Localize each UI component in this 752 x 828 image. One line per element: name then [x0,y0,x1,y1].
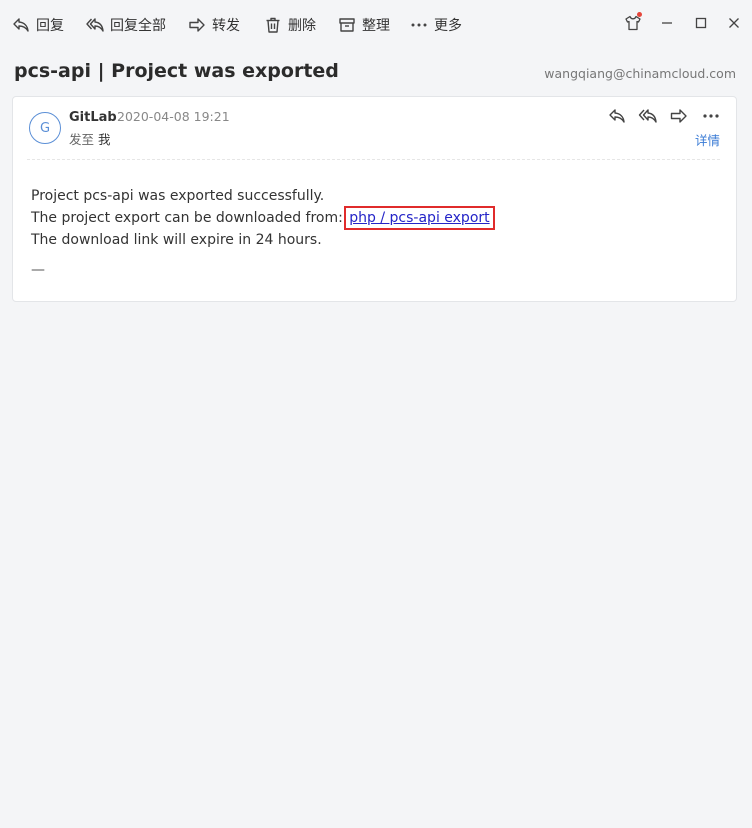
reply-all-button[interactable]: 回复全部 [86,14,166,36]
recipient-value[interactable]: 我 [98,132,111,147]
account-address: wangqiang@chinamcloud.com [544,66,736,81]
more-dots-icon [411,23,427,27]
header-divider [27,159,720,160]
forward-icon [670,109,687,123]
card-more-button[interactable] [701,106,721,126]
organize-button[interactable]: 整理 [338,14,390,36]
body-line-2-text: The project export can be downloaded fro… [31,210,343,226]
close-icon [729,18,739,28]
email-date: 2020-04-08 19:21 [117,109,230,124]
email-card: G GitLab 2020-04-08 19:21 发至我 详情 Project… [12,96,737,302]
notification-dot [637,12,642,17]
sender-avatar[interactable]: G [29,112,61,144]
delete-label: 删除 [288,18,316,34]
recipient-label: 发至 [69,132,95,147]
body-line-2: The project export can be downloaded fro… [31,206,495,230]
forward-label: 转发 [212,18,240,34]
archive-icon [339,18,355,32]
forward-button[interactable]: 转发 [188,14,240,36]
reply-icon [13,18,29,32]
body-line-3: The download link will expire in 24 hour… [31,232,322,248]
more-button[interactable]: 更多 [410,14,462,36]
close-button[interactable] [725,14,743,32]
minimize-icon [662,22,672,24]
more-label: 更多 [434,18,462,34]
reply-all-icon [86,18,104,32]
reply-all-label: 回复全部 [110,18,166,34]
body-line-1: Project pcs-api was exported successfull… [31,188,325,204]
sender-name[interactable]: GitLab [69,110,117,125]
details-link[interactable]: 详情 [695,130,720,149]
more-dots-icon [703,114,719,118]
recipient-line: 发至我 [69,129,111,148]
maximize-icon [695,17,707,29]
reply-label: 回复 [36,18,64,34]
skin-button[interactable] [624,12,642,32]
card-reply-button[interactable] [607,106,627,126]
minimize-button[interactable] [658,14,676,32]
maximize-button[interactable] [692,14,710,32]
reply-icon [609,109,625,123]
reply-all-icon [638,109,657,123]
email-body: Project pcs-api was exported successfull… [31,185,495,281]
export-download-link[interactable]: php / pcs-api export [344,206,495,230]
email-subject: pcs-api | Project was exported [14,60,339,82]
reply-button[interactable]: 回复 [12,14,64,36]
signature-dash: — [31,262,45,278]
card-reply-all-button[interactable] [638,106,658,126]
trash-icon [266,17,280,33]
forward-icon [189,18,205,32]
card-forward-button[interactable] [669,106,689,126]
toolbar: 回复 回复全部 转发 删除 整理 更多 [0,0,752,48]
organize-label: 整理 [362,18,390,34]
delete-button[interactable]: 删除 [264,14,316,36]
